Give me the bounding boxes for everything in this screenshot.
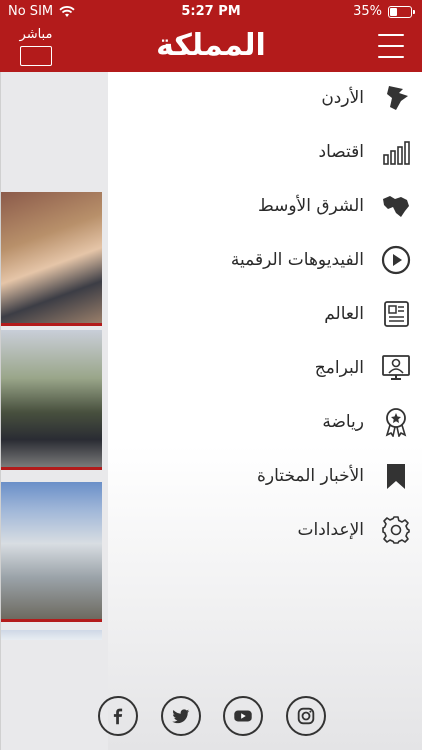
menu-item-sports[interactable]: رياضة (108, 398, 422, 446)
menu-item-selected-news[interactable]: الأخبار المختارة (108, 452, 422, 500)
facebook-icon[interactable] (98, 696, 138, 736)
battery-icon (388, 5, 415, 18)
bar-chart-icon (380, 136, 412, 168)
medal-icon (380, 406, 412, 438)
menu-item-middle-east[interactable]: الشرق الأوسط (108, 182, 422, 230)
news-card-image[interactable] (0, 482, 102, 622)
live-label: مباشر (19, 27, 53, 42)
twitter-icon[interactable] (160, 696, 201, 736)
side-menu: الأردن اقتصاد الشرق الأوسط الفيديوهات ال… (98, 72, 422, 750)
menu-item-label: الشرق الأوسط (257, 196, 364, 216)
status-bar: No SIM 5:27 PM 35% (0, 0, 422, 24)
menu-item-settings[interactable]: الإعدادات (108, 506, 422, 554)
youtube-icon[interactable] (223, 696, 264, 736)
social-links (98, 696, 326, 736)
newspaper-icon (380, 298, 412, 330)
menu-item-world[interactable]: العالم (108, 290, 422, 338)
news-preview-strip (0, 72, 108, 750)
menu-item-label: العالم (324, 304, 364, 324)
news-card-image[interactable] (0, 330, 102, 470)
menu-item-label: اقتصاد (318, 142, 364, 162)
instagram-icon[interactable] (285, 696, 326, 736)
menu-item-label: الإعدادات (297, 520, 364, 540)
menu-item-label: البرامج (314, 358, 364, 378)
news-card-image[interactable] (0, 192, 102, 326)
middle-east-map-icon (380, 190, 412, 222)
menu-item-label: الفيديوهات الرقمية (230, 250, 364, 270)
menu-item-programs[interactable]: البرامج (108, 344, 422, 392)
app-header: No SIM 5:27 PM 35% مباشر المملكة (0, 0, 422, 72)
presenter-icon (380, 352, 412, 384)
jordan-map-icon (380, 82, 412, 114)
menu-divider (0, 72, 1, 750)
app-logo: المملكة (156, 28, 266, 63)
play-circle-icon (380, 244, 412, 276)
menu-item-label: رياضة (322, 412, 364, 432)
menu-item-label: الأخبار المختارة (257, 466, 364, 486)
tv-icon (20, 46, 52, 66)
battery-percent: 35% (353, 4, 382, 19)
menu-item-label: الأردن (321, 88, 364, 108)
hamburger-menu-icon[interactable] (378, 32, 404, 60)
live-tv-button[interactable]: مباشر (14, 28, 58, 68)
gear-icon (380, 514, 412, 546)
menu-item-digital-videos[interactable]: الفيديوهات الرقمية (108, 236, 422, 284)
menu-item-economy[interactable]: اقتصاد (108, 128, 422, 176)
menu-item-jordan[interactable]: الأردن (108, 74, 422, 122)
news-card-image[interactable] (0, 630, 102, 640)
bookmark-icon (380, 460, 412, 492)
